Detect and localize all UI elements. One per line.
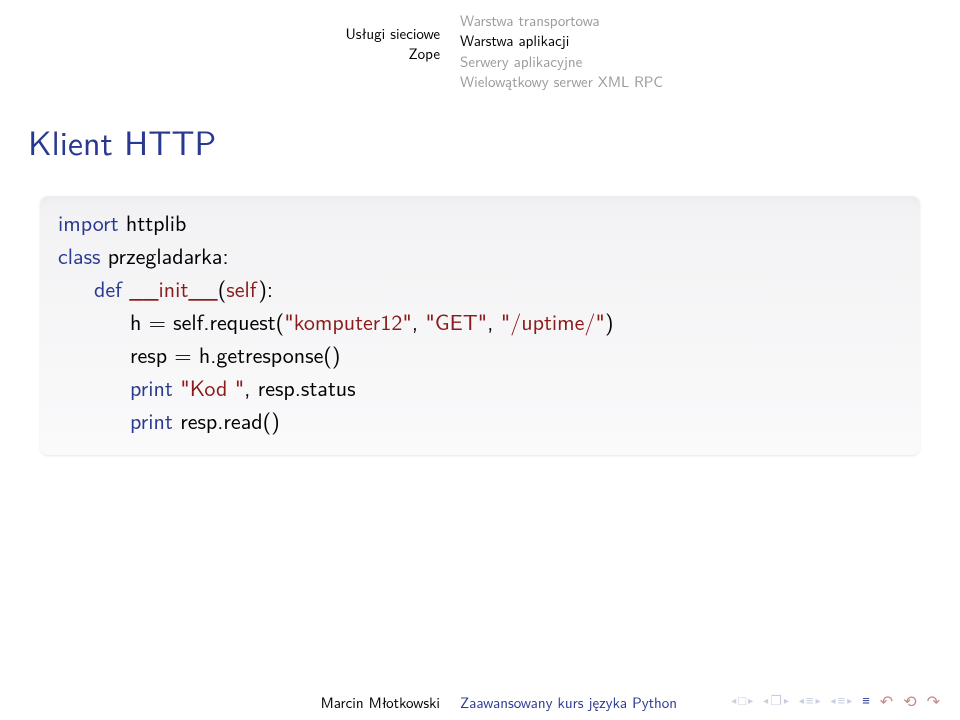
- nav-subsection[interactable]: ◂≡▸: [799, 691, 821, 710]
- chevron-right-icon: ▸: [816, 693, 821, 708]
- nav-back-icon[interactable]: ↶: [880, 689, 893, 712]
- string-literal: "komputer12": [284, 305, 412, 337]
- navigation-symbols: ◂□▸ ◂❐▸ ◂≡▸ ◂≡▸ ≡ ↶ ⟲ ↷: [731, 689, 940, 712]
- chevron-left-icon: ◂: [731, 693, 736, 708]
- keyword-import: import: [58, 206, 126, 238]
- code-body: import httplib class przegladarka: def _…: [40, 196, 920, 455]
- module-name: httplib: [126, 206, 187, 238]
- arg-self: self: [226, 272, 258, 304]
- chevron-left-icon: ◂: [763, 693, 768, 708]
- nav-forward-icon[interactable]: ↷: [927, 689, 940, 712]
- subsection-icon: ≡: [806, 691, 814, 710]
- section-name[interactable]: Usługi sieciowe: [0, 23, 440, 43]
- code-text: ,: [412, 305, 425, 337]
- chevron-right-icon: ▸: [784, 693, 789, 708]
- code-text: h = self.request(: [130, 305, 284, 337]
- chevron-right-icon: ▸: [748, 693, 753, 708]
- code-line-5: resp = h.getresponse(): [58, 338, 902, 371]
- subsection-link-3[interactable]: Serwery aplikacyjne: [460, 51, 960, 71]
- slide-icon: □: [738, 691, 746, 710]
- nav-doc-icon[interactable]: ≡: [862, 691, 870, 710]
- code-line-3: def __init__(self):: [58, 272, 902, 305]
- chevron-right-icon: ▸: [847, 693, 852, 708]
- nav-slide[interactable]: ◂□▸: [731, 691, 753, 710]
- code-text: ): [605, 305, 614, 337]
- paren-close: ):: [258, 272, 273, 304]
- keyword-def: def: [94, 272, 129, 304]
- header-subsections: Warstwa transportowa Warstwa aplikacji S…: [460, 10, 960, 91]
- function-name: __init__: [129, 272, 218, 304]
- frame-icon: ❐: [770, 691, 782, 710]
- subsection-link-1[interactable]: Warstwa transportowa: [460, 10, 960, 30]
- string-literal: "/uptime/": [501, 305, 605, 337]
- keyword-print: print: [130, 371, 180, 403]
- code-line-7: print resp.read(): [58, 404, 902, 437]
- class-name: przegladarka:: [108, 239, 229, 271]
- nav-frame[interactable]: ◂❐▸: [763, 691, 789, 710]
- code-text: ,: [487, 305, 500, 337]
- keyword-print: print: [130, 404, 180, 436]
- code-text: resp.read(): [180, 404, 280, 436]
- nav-section[interactable]: ◂≡▸: [831, 691, 853, 710]
- code-line-4: h = self.request("komputer12", "GET", "/…: [58, 305, 902, 338]
- string-literal: "Kod ": [180, 371, 244, 403]
- subsection-name[interactable]: Zope: [0, 43, 440, 63]
- code-line-2: class przegladarka:: [58, 239, 902, 272]
- code-block: import httplib class przegladarka: def _…: [40, 196, 920, 455]
- code-line-6: print "Kod ", resp.status: [58, 371, 902, 404]
- subsection-link-4[interactable]: Wielowątkowy serwer XML RPC: [460, 71, 960, 91]
- code-line-1: import httplib: [58, 206, 902, 239]
- code-text: , resp.status: [244, 371, 355, 403]
- frame-title: Klient HTTP: [0, 91, 960, 166]
- paren-open: (: [218, 272, 227, 304]
- footer-author: Marcin Młotkowski: [0, 691, 460, 713]
- subsection-link-2[interactable]: Warstwa aplikacji: [460, 30, 960, 50]
- chevron-left-icon: ◂: [831, 693, 836, 708]
- header-sections: Usługi sieciowe Zope: [0, 10, 460, 91]
- nav-search-icon[interactable]: ⟲: [903, 689, 916, 712]
- keyword-class: class: [58, 239, 108, 271]
- section-icon: ≡: [838, 691, 846, 710]
- chevron-left-icon: ◂: [799, 693, 804, 708]
- beamer-header: Usługi sieciowe Zope Warstwa transportow…: [0, 0, 960, 91]
- string-literal: "GET": [425, 305, 487, 337]
